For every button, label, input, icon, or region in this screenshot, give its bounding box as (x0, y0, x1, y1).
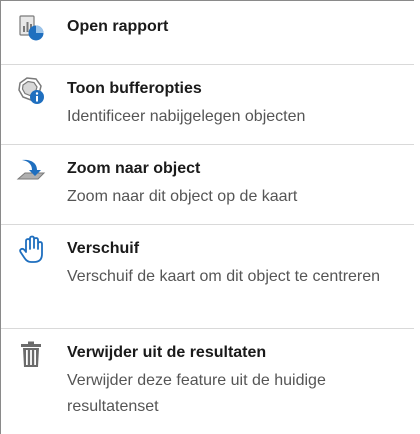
menu-item-title: Zoom naar object (67, 160, 201, 177)
menu-item-description: Identificeer nabijgelegen objecten (67, 108, 306, 125)
pan-hand-icon (16, 235, 46, 265)
buffer-icon (16, 75, 46, 105)
menu-item-remove-from-results[interactable]: Verwijder uit de resultaten Verwijder de… (1, 328, 414, 433)
menu-item-title: Verschuif (67, 240, 140, 257)
report-icon (16, 13, 46, 43)
menu-item-description: Zoom naar dit object op de kaart (67, 188, 298, 205)
trash-icon (16, 339, 46, 369)
context-menu: Open rapport Toon bufferopties Identific… (0, 0, 414, 434)
menu-item-open-report[interactable]: Open rapport (1, 1, 414, 64)
menu-item-zoom-to-object[interactable]: Zoom naar object Zoom naar dit object op… (1, 144, 414, 224)
menu-item-title: Toon bufferopties (67, 80, 202, 97)
menu-item-description: Verwijder deze feature uit de huidige re… (67, 372, 326, 415)
zoom-to-icon (16, 155, 46, 185)
menu-item-buffer-options[interactable]: Toon bufferopties Identificeer nabijgele… (1, 64, 414, 144)
menu-item-title: Open rapport (67, 18, 169, 35)
menu-item-pan[interactable]: Verschuif Verschuif de kaart om dit obje… (1, 224, 414, 328)
menu-item-title: Verwijder uit de resultaten (67, 344, 267, 361)
menu-item-description: Verschuif de kaart om dit object te cent… (67, 268, 381, 285)
